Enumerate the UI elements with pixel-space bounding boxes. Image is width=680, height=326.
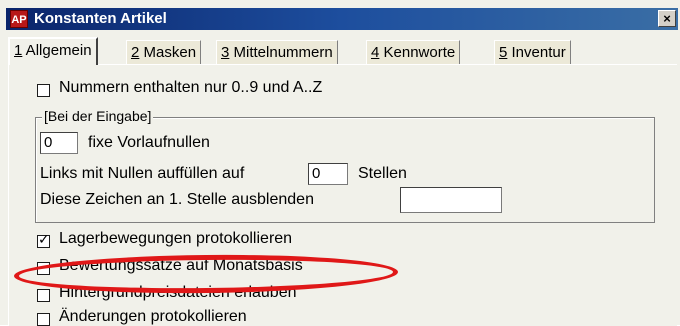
hintergrund-checkbox[interactable] <box>37 289 50 302</box>
lager-checkbox[interactable]: ✓ <box>37 231 50 248</box>
ausblenden-label: Diese Zeichen an 1. Stelle ausblenden <box>40 191 314 208</box>
tab-inventur[interactable]: 5 Inventur <box>494 40 571 64</box>
links-auffuellen-label: Links mit Nullen auffüllen auf <box>40 165 245 182</box>
stellen-label: Stellen <box>358 165 407 182</box>
close-button[interactable]: × <box>658 10 676 27</box>
tab-allgemein-label: Allgemein <box>22 42 92 59</box>
title-bar[interactable]: AP Konstanten Artikel × <box>6 8 678 30</box>
tab-mittelnummern[interactable]: 3 Mittelnummern <box>216 40 338 64</box>
app-icon: AP <box>10 10 28 28</box>
eingabe-group-legend: [Bei der Eingabe] <box>42 108 154 124</box>
tab-kennworte[interactable]: 4 Kennworte <box>366 40 461 64</box>
tab-mittelnummern-label: Mittelnummern <box>229 44 333 61</box>
tab-inventur-label: Inventur <box>507 44 566 61</box>
tab-masken[interactable]: 2 Masken <box>126 40 202 64</box>
checkmark-icon: ✓ <box>38 231 50 247</box>
links-auffuellen-input[interactable]: 0 <box>308 163 348 185</box>
aenderungen-label: Änderungen protokollieren <box>59 308 247 325</box>
nummern-label: Nummern enthalten nur 0..9 und A..Z <box>59 79 323 96</box>
ausblenden-input[interactable] <box>400 187 502 213</box>
window-title: Konstanten Artikel <box>34 10 167 27</box>
eingabe-groupbox: [Bei der Eingabe] 0 fixe Vorlaufnullen L… <box>35 108 655 223</box>
lager-label: Lagerbewegungen protokollieren <box>59 230 293 247</box>
vorlaufnullen-label: fixe Vorlaufnullen <box>88 134 210 151</box>
vorlaufnullen-input[interactable]: 0 <box>40 132 78 154</box>
aenderungen-checkbox[interactable] <box>37 313 50 326</box>
nummern-checkbox[interactable] <box>37 84 50 97</box>
tab-masken-label: Masken <box>139 44 197 61</box>
konstanten-artikel-window: AP Konstanten Artikel × 1 Allgemein 2 Ma… <box>0 0 680 326</box>
tab-allgemein[interactable]: 1 Allgemein <box>8 37 98 65</box>
tab-kennworte-label: Kennworte <box>379 44 456 61</box>
